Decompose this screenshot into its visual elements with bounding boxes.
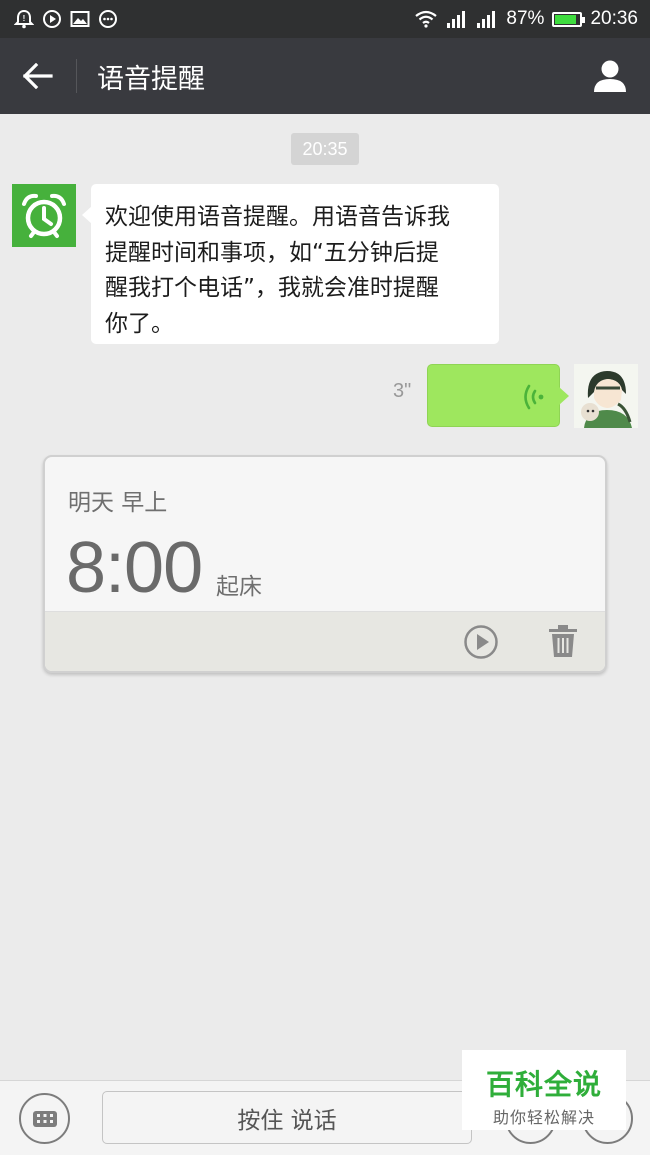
reminder-day: 明天 早上: [68, 490, 168, 516]
play-icon[interactable]: [463, 624, 499, 660]
title-bar: 语音提醒: [0, 38, 650, 114]
keyboard-toggle-button[interactable]: [19, 1093, 70, 1144]
user-avatar-image: [574, 364, 638, 428]
person-icon: [594, 60, 626, 92]
signal-icon-1: [447, 11, 466, 28]
voice-duration: 3": [393, 380, 412, 402]
reminder-label: 起床: [216, 574, 262, 600]
battery-level-fill: [555, 14, 577, 24]
profile-button[interactable]: [570, 38, 650, 114]
svg-text:!: !: [23, 14, 26, 23]
wifi-icon: [415, 10, 438, 28]
arrow-left-icon: [23, 63, 53, 89]
user-avatar[interactable]: [574, 364, 638, 428]
watermark-subtitle: 助你轻松解决: [492, 1108, 595, 1127]
bot-message-line: 醒我打个电话”，我就会准时提醒: [105, 275, 439, 301]
bot-message-line: 提醒时间和事项，如“五分钟后提: [105, 239, 439, 266]
image-icon: [70, 11, 90, 27]
bot-message-bubble[interactable]: 欢迎使用语音提醒。用语音告诉我 提醒时间和事项，如“五分钟后提 醒我打个电话”，…: [82, 184, 499, 344]
reminder-card-footer: [45, 611, 605, 671]
watermark-title: 百科全说: [485, 1068, 602, 1101]
chat-timestamp: 20:35: [291, 133, 359, 165]
voice-wave-icon: [524, 384, 544, 410]
more-dots-icon: [99, 10, 117, 28]
alarm-clock-icon: [22, 193, 66, 238]
hold-to-talk-button[interactable]: 按住 说话: [102, 1091, 472, 1144]
bot-avatar[interactable]: [12, 184, 76, 247]
play-circle-icon: [43, 10, 61, 28]
status-time: 20:36: [590, 8, 638, 29]
reminder-time: 8:00: [66, 528, 203, 608]
watermark: 百科全说 助你轻松解决: [462, 1050, 626, 1130]
status-bar-left: !: [14, 9, 118, 29]
title-divider: [76, 59, 77, 93]
trash-icon[interactable]: [547, 624, 579, 658]
reminder-card[interactable]: 明天 早上 8:00 起床: [43, 455, 607, 673]
alarm-icon: !: [14, 9, 34, 29]
keyboard-icon: [32, 1110, 57, 1127]
back-button[interactable]: [0, 38, 76, 114]
status-bar: ! 87% 20:36: [0, 0, 650, 38]
page-title: 语音提醒: [97, 63, 205, 95]
battery-icon: [552, 11, 586, 27]
battery-percent: 87%: [506, 8, 545, 29]
status-bar-right: 87% 20:36: [414, 8, 638, 30]
voice-message-bubble[interactable]: [427, 364, 569, 427]
bot-message-line: 欢迎使用语音提醒。用语音告诉我: [105, 204, 450, 230]
signal-icon-2: [477, 11, 496, 28]
bot-message-line: 你了。: [105, 310, 174, 337]
